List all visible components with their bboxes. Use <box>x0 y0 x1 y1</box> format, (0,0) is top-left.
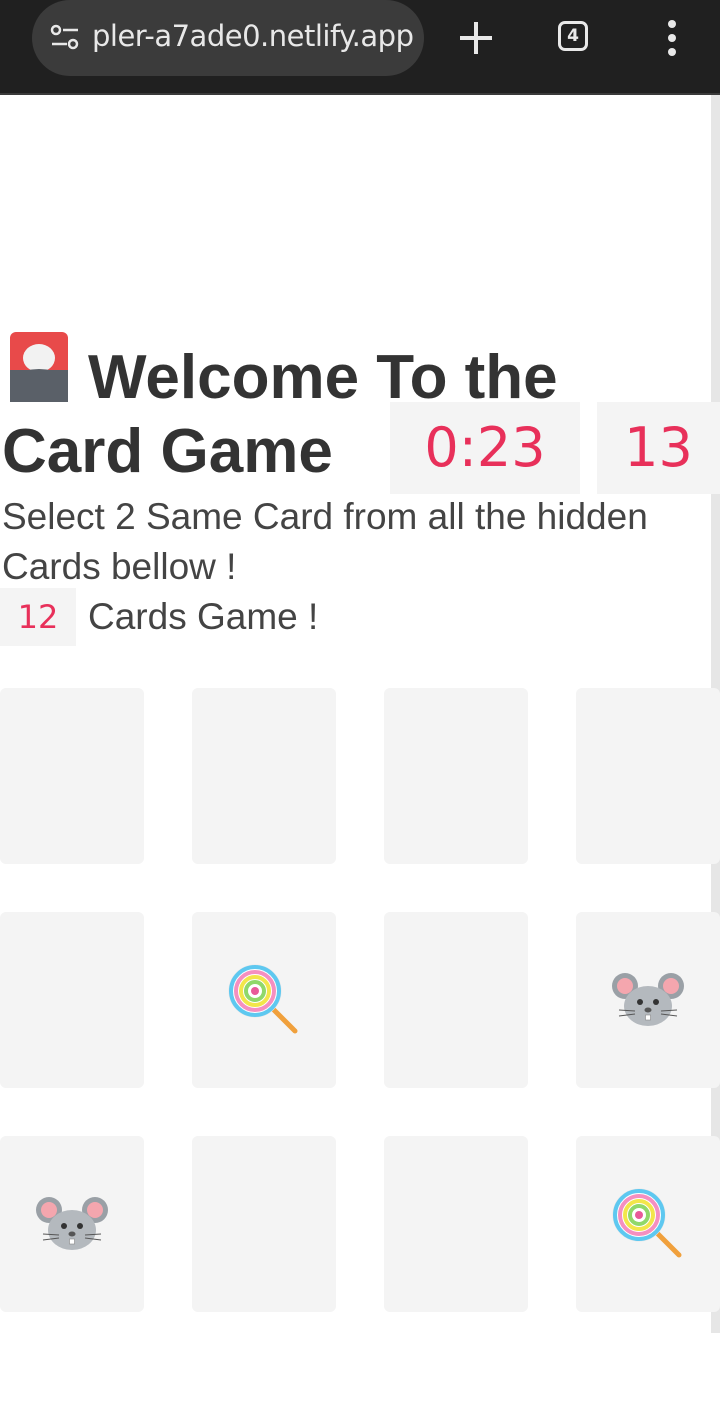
lollipop-icon <box>227 963 301 1037</box>
flower-playing-card-icon <box>10 332 68 402</box>
tab-switcher-button[interactable]: 4 <box>558 21 588 51</box>
card-revealed[interactable] <box>192 912 336 1088</box>
url-text[interactable]: pler-a7ade0.netlify.app <box>92 19 414 53</box>
card-hidden[interactable] <box>576 688 720 864</box>
card-hidden[interactable] <box>0 912 144 1088</box>
card-count-badge: 12 <box>0 588 76 646</box>
card-hidden[interactable] <box>192 1136 336 1312</box>
browser-toolbar: pler-a7ade0.netlify.app 4 <box>0 0 720 95</box>
card-count-line: 12 Cards Game ! <box>0 588 318 646</box>
timer-display: 0:23 <box>390 402 580 494</box>
card-hidden[interactable] <box>192 688 336 864</box>
mouse-face-icon <box>35 1194 109 1254</box>
more-menu-icon[interactable] <box>660 18 684 58</box>
card-revealed[interactable] <box>0 1136 144 1312</box>
card-hidden[interactable] <box>384 688 528 864</box>
card-hidden[interactable] <box>384 1136 528 1312</box>
new-tab-icon[interactable] <box>456 18 496 58</box>
card-hidden[interactable] <box>384 912 528 1088</box>
card-count-label: Cards Game ! <box>88 596 319 637</box>
moves-counter: 13 <box>597 402 720 494</box>
address-bar[interactable]: pler-a7ade0.netlify.app <box>32 0 424 76</box>
card-hidden[interactable] <box>0 688 144 864</box>
instructions-text: Select 2 Same Card from all the hidden C… <box>2 496 648 587</box>
mouse-face-icon <box>611 970 685 1030</box>
site-settings-icon[interactable] <box>50 24 80 52</box>
lollipop-icon <box>611 1187 685 1261</box>
card-revealed[interactable] <box>576 1136 720 1312</box>
card-revealed[interactable] <box>576 912 720 1088</box>
